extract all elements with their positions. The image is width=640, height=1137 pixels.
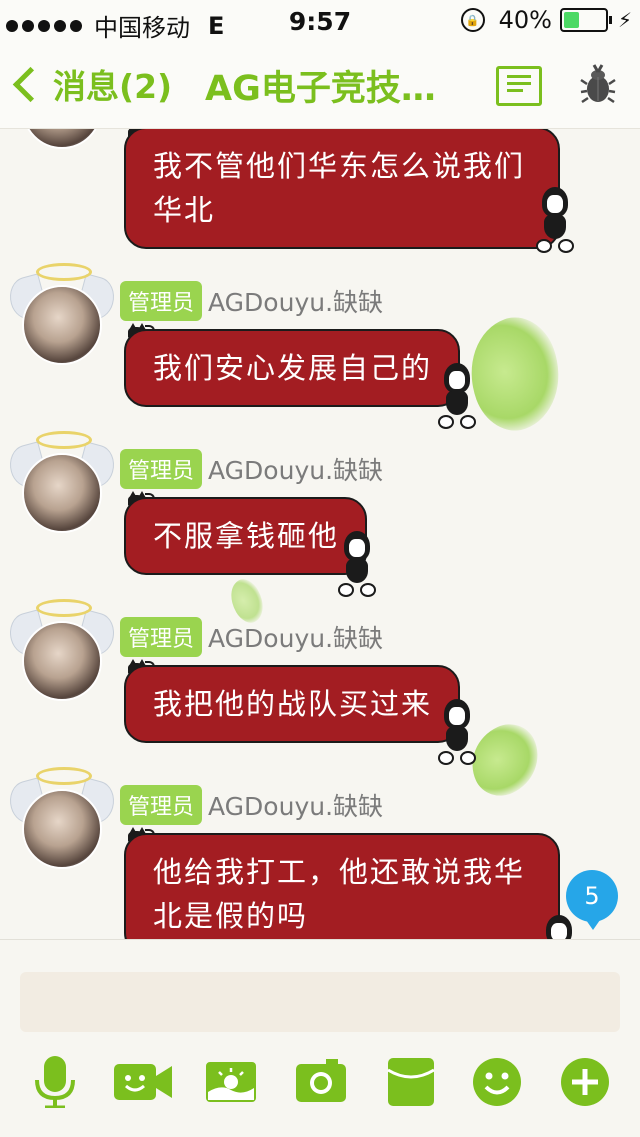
admin-badge: 管理员 [120,617,203,657]
girl-decoration [338,531,378,597]
sender-name[interactable]: AGDouyu.缺缺 [208,787,383,823]
avatar[interactable] [5,767,119,869]
admin-badge: 管理员 [120,785,203,825]
beetle-icon[interactable] [580,64,616,104]
sender-name[interactable]: AGDouyu.缺缺 [208,451,383,487]
unread-count-badge[interactable]: 5 [566,870,618,930]
list-icon[interactable] [496,66,542,106]
input-bar [0,939,640,1137]
microphone-icon[interactable] [30,1056,80,1108]
video-call-icon[interactable] [114,1056,172,1108]
message-bubble[interactable]: 不服拿钱砸他 [124,497,368,575]
message-bubble[interactable]: 我把他的战队买过来 [124,665,461,743]
battery-icon [559,8,612,32]
chat-area[interactable]: 我不管他们华东怎么说我们 华北 管理员 AGDouyu.缺缺 我们安心发展自己的… [0,129,640,939]
avatar[interactable] [5,431,119,533]
girl-decoration [540,915,580,939]
status-bar: 中国移动 E 9:57 🔒 40% ⚡ [0,0,640,42]
admin-badge: 管理员 [120,449,203,489]
girl-decoration [438,363,478,429]
nav-bar: 消息(2) AG电子竞技… [0,40,640,129]
avatar[interactable] [12,129,112,149]
battery-percent: 40% [498,6,552,34]
message-line: 我们安心发展自己的 [153,351,433,385]
message-bubble[interactable]: 我不管他们华东怎么说我们 华北 [124,129,560,249]
message-bubble[interactable]: 我们安心发展自己的 [124,329,461,407]
girl-decoration [438,699,478,765]
plus-icon[interactable] [560,1056,610,1108]
admin-badge: 管理员 [120,281,203,321]
chat-title[interactable]: AG电子竞技… [205,60,436,111]
message-input[interactable] [20,972,620,1032]
back-label: 消息(2) [53,67,173,106]
emoji-icon[interactable] [472,1056,522,1108]
sender-name[interactable]: AGDouyu.缺缺 [208,619,383,655]
avatar[interactable] [5,263,119,365]
message-line: 北是假的吗 [153,899,309,933]
back-button[interactable]: 消息(2) [10,60,172,108]
image-icon[interactable] [206,1056,256,1108]
message-line: 华北 [153,193,216,227]
message-line: 他给我打工，他还敢说我华 [153,855,526,889]
pocket-icon[interactable] [386,1056,436,1108]
sender-name[interactable]: AGDouyu.缺缺 [208,283,383,319]
message-line: 我不管他们华东怎么说我们 [153,149,526,183]
message-line: 我把他的战队买过来 [153,687,433,721]
message-line: 不服拿钱砸他 [153,519,340,553]
girl-decoration [536,187,576,253]
chevron-left-icon [12,66,49,102]
message-bubble[interactable]: 他给我打工，他还敢说我华 北是假的吗 [124,833,560,939]
charging-icon: ⚡ [617,8,632,32]
input-toolbar [0,1056,640,1116]
camera-icon[interactable] [296,1056,346,1108]
rotation-lock-icon: 🔒 [460,8,485,32]
avatar[interactable] [5,599,119,701]
